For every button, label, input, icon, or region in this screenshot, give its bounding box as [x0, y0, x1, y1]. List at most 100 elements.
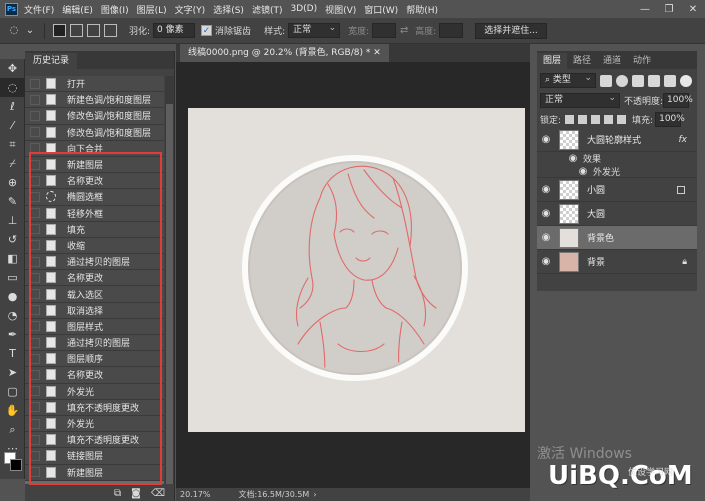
tab-channels[interactable]: 通道 — [597, 53, 627, 69]
history-scrollbar[interactable] — [165, 76, 174, 484]
zoom-level[interactable]: 20.17% — [180, 490, 211, 499]
minimize-button[interactable]: — — [633, 0, 657, 18]
layer-row-outline-style[interactable]: ◉ 大圆轮廓样式 fx — [537, 128, 697, 152]
history-scroll-thumb[interactable] — [166, 104, 173, 484]
lock-all-icon[interactable] — [617, 115, 627, 124]
adjustment-filter-icon[interactable] — [616, 74, 628, 87]
eye-icon[interactable]: ◉ — [567, 153, 579, 164]
restore-button[interactable]: ❐ — [657, 0, 681, 18]
history-item[interactable]: 修改色调/饱和度图层 — [25, 108, 164, 125]
eye-icon[interactable]: ◉ — [537, 134, 555, 145]
tab-paths[interactable]: 路径 — [567, 53, 597, 69]
menu-image[interactable]: 图像(I) — [101, 3, 129, 16]
history-source-checkbox[interactable] — [30, 94, 40, 105]
magic-wand-tool-icon[interactable]: ⁄ — [0, 116, 25, 135]
gradient-tool-icon[interactable]: ▭ — [0, 268, 25, 287]
menu-window[interactable]: 窗口(W) — [364, 3, 398, 16]
ellipse-marquee-tool-icon[interactable]: ◌ — [0, 78, 25, 97]
smart-object-filter-icon[interactable] — [664, 74, 676, 87]
history-source-checkbox[interactable] — [30, 127, 40, 138]
opacity-input[interactable]: 100% — [663, 93, 693, 108]
path-selection-tool-icon[interactable]: ➤ — [0, 363, 25, 382]
width-input[interactable] — [372, 23, 397, 38]
menu-edit[interactable]: 编辑(E) — [62, 3, 93, 16]
height-input[interactable] — [439, 23, 464, 38]
eyedropper-tool-icon[interactable]: ⌿ — [0, 154, 25, 173]
new-document-from-state-icon[interactable]: ⧉ — [114, 488, 121, 499]
document-tab[interactable]: 线稿0000.png @ 20.2% (背景色, RGB/8) * ✕ — [180, 44, 389, 62]
history-item[interactable]: 新建色调/饱和度图层 — [25, 92, 164, 109]
type-tool-icon[interactable]: T — [0, 344, 25, 363]
chevron-down-icon[interactable]: ⌄ — [22, 23, 38, 39]
menu-filter[interactable]: 滤镜(T) — [252, 3, 283, 16]
new-selection-icon[interactable] — [53, 24, 66, 37]
trash-icon[interactable]: ⌫ — [151, 488, 165, 499]
chevron-right-icon[interactable]: › — [313, 490, 316, 499]
tab-layers[interactable]: 图层 — [537, 53, 568, 69]
history-source-checkbox[interactable] — [30, 78, 40, 89]
layer-row-big-circle[interactable]: ◉ 大圆 — [537, 202, 697, 226]
lock-transparent-icon[interactable] — [565, 115, 575, 124]
history-item[interactable]: 修改色调/饱和度图层 — [25, 124, 164, 141]
lasso-tool-icon[interactable]: ℓ — [0, 97, 25, 116]
type-filter-icon[interactable] — [632, 74, 644, 87]
feather-input[interactable]: 0 像素 — [153, 23, 196, 38]
swap-icon[interactable]: ⇄ — [396, 23, 412, 39]
effect-outer-glow-row[interactable]: ◉ 外发光 — [537, 165, 697, 178]
eraser-tool-icon[interactable]: ◧ — [0, 249, 25, 268]
menu-select[interactable]: 选择(S) — [213, 3, 244, 16]
style-select[interactable]: 正常 — [288, 22, 341, 38]
add-selection-icon[interactable] — [70, 24, 83, 37]
select-and-mask-button[interactable]: 选择并遮住... — [475, 22, 547, 39]
antialias-checkbox[interactable]: ✓ — [201, 25, 213, 36]
history-brush-tool-icon[interactable]: ↺ — [0, 230, 25, 249]
brush-tool-icon[interactable]: ✎ — [0, 192, 25, 211]
eye-icon[interactable]: ◉ — [537, 184, 555, 195]
lock-position-icon[interactable] — [591, 115, 601, 124]
crop-tool-icon[interactable]: ⌗ — [0, 135, 25, 154]
snapshot-camera-icon[interactable]: ◙ — [131, 488, 141, 499]
blur-tool-icon[interactable]: ● — [0, 287, 25, 306]
close-icon[interactable]: ✕ — [373, 48, 381, 58]
history-item[interactable]: 打开 — [25, 76, 164, 93]
move-tool-icon[interactable]: ✥ — [0, 59, 25, 78]
eye-icon[interactable]: ◉ — [537, 256, 555, 267]
intersect-selection-icon[interactable] — [104, 24, 117, 37]
layer-filter-select[interactable]: ⌕ 类型 — [540, 72, 596, 88]
pen-tool-icon[interactable]: ✒ — [0, 325, 25, 344]
menu-type[interactable]: 文字(Y) — [175, 3, 206, 16]
ellipse-marquee-icon[interactable]: ◌ — [6, 23, 22, 39]
healing-brush-tool-icon[interactable]: ⊕ — [0, 173, 25, 192]
canvas[interactable] — [188, 108, 525, 432]
menu-view[interactable]: 视图(V) — [325, 3, 356, 16]
layer-row-background-color[interactable]: ◉ 背景色 — [537, 226, 697, 250]
zoom-tool-icon[interactable]: ⌕ — [0, 420, 25, 439]
blend-mode-select[interactable]: 正常 — [540, 92, 620, 108]
clone-stamp-tool-icon[interactable]: ⊥ — [0, 211, 25, 230]
dodge-tool-icon[interactable]: ◔ — [0, 306, 25, 325]
menu-help[interactable]: 帮助(H) — [406, 3, 438, 16]
layer-row-background[interactable]: ◉ 背景 🔒︎ — [537, 250, 697, 274]
filter-toggle-icon[interactable] — [680, 74, 692, 87]
menu-layer[interactable]: 图层(L) — [137, 3, 167, 16]
menu-3d[interactable]: 3D(D) — [290, 4, 317, 14]
tab-history[interactable]: 历史记录 — [25, 53, 78, 69]
background-color-swatch[interactable] — [10, 459, 22, 471]
close-button[interactable]: ✕ — [681, 0, 705, 18]
shape-filter-icon[interactable] — [648, 74, 660, 87]
canvas-area[interactable] — [176, 62, 530, 488]
menu-file[interactable]: 文件(F) — [24, 3, 54, 16]
eye-icon[interactable]: ◉ — [577, 166, 589, 177]
eye-icon[interactable]: ◉ — [537, 232, 555, 243]
pixel-filter-icon[interactable] — [600, 74, 612, 87]
shape-tool-icon[interactable]: ▢ — [0, 382, 25, 401]
effects-row[interactable]: ◉ 效果 — [537, 152, 697, 165]
eye-icon[interactable]: ◉ — [537, 208, 555, 219]
lock-artboard-icon[interactable] — [604, 115, 614, 124]
fill-input[interactable]: 100% — [655, 112, 685, 127]
hand-tool-icon[interactable]: ✋ — [0, 401, 25, 420]
subtract-selection-icon[interactable] — [87, 24, 100, 37]
fx-icon[interactable]: fx — [679, 135, 688, 145]
history-source-checkbox[interactable] — [30, 110, 40, 121]
lock-image-icon[interactable] — [578, 115, 588, 124]
